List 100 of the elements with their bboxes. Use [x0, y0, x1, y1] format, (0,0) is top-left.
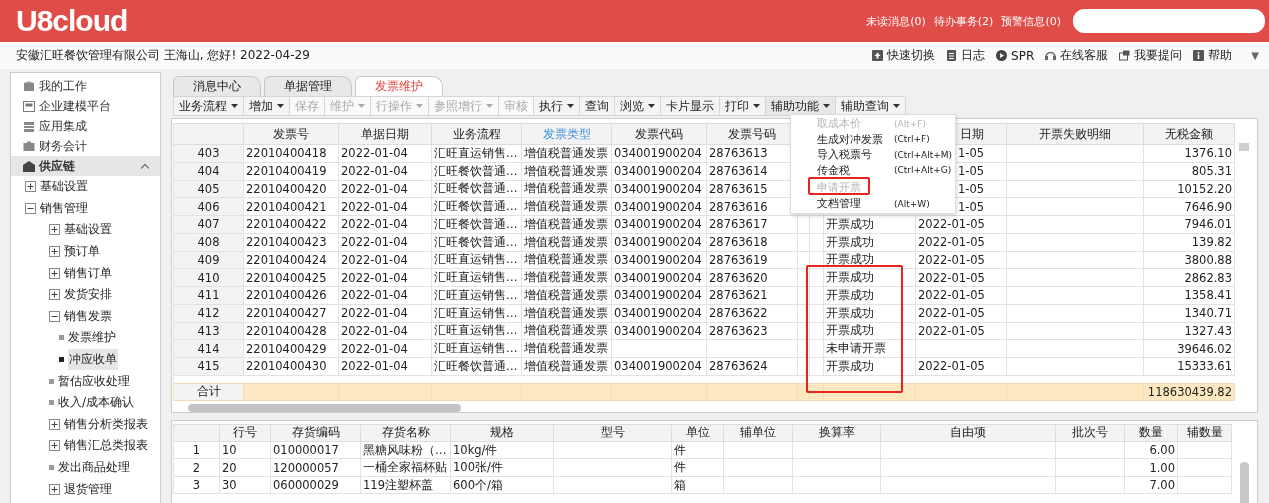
toolbar-button[interactable]: 执行 [533, 96, 579, 116]
tree-item[interactable]: 基础设置 [11, 176, 160, 198]
column-header[interactable]: 单据日期 [338, 123, 432, 145]
toolbar-link[interactable]: SPR [996, 48, 1035, 63]
tree-item[interactable]: 销售订单 [11, 262, 160, 284]
table-cell: 805.31 [1143, 162, 1235, 180]
tree-item[interactable]: 发出商品处理 [11, 456, 160, 479]
info-icon [1193, 50, 1205, 61]
column-header[interactable]: 业务流程 [431, 123, 522, 145]
table-cell: 034001900204 [611, 251, 707, 269]
column-header[interactable]: 存货编码 [270, 424, 361, 442]
column-header[interactable]: 换算率 [792, 424, 881, 442]
column-header[interactable]: 行号 [219, 424, 271, 442]
tree-item[interactable]: 发货安排 [11, 283, 160, 306]
table-cell: 2022-01-04 [338, 162, 432, 180]
sidebar-item[interactable]: 企业建模平台 [11, 96, 160, 116]
column-header[interactable]: 型号 [553, 424, 672, 442]
sidebar-item[interactable]: 财务会计 [11, 136, 160, 156]
table-cell: 2022-01-04 [338, 304, 432, 322]
document-icon [946, 50, 958, 61]
caret-down-icon [753, 104, 760, 108]
dropdown-caret[interactable]: ▼ [1251, 50, 1259, 61]
leaf-icon [49, 465, 54, 470]
chat-icon [1119, 50, 1131, 61]
table-cell: 汇旺餐饮普通… [431, 197, 522, 216]
tree-item[interactable]: 销售汇总类报表 [11, 435, 160, 457]
toolbar-button[interactable]: 辅助查询 [835, 96, 906, 116]
header-link[interactable]: 未读消息(0) [866, 13, 926, 29]
column-header[interactable]: 单位 [671, 424, 724, 442]
toolbar-button[interactable]: 打印 [719, 96, 765, 116]
toolbar-button[interactable]: 业务流程 [173, 96, 243, 116]
table-cell: 2022-01-04 [338, 144, 432, 163]
table-cell: 开票成功 [823, 268, 916, 287]
table-cell: 箱 [671, 476, 724, 494]
toolbar-link[interactable]: 在线客服 [1045, 47, 1109, 64]
table-cell: 汇旺餐饮普通… [431, 180, 522, 198]
table-cell: 汇旺餐饮普通… [431, 233, 522, 251]
table-cell: 2022-01-04 [338, 215, 432, 234]
column-header[interactable]: 开票失败明细 [1006, 123, 1144, 145]
table-cell: 开票成功 [823, 322, 916, 340]
toolbar-button[interactable]: 查询 [579, 96, 614, 116]
sidebar-item[interactable]: 应用集成 [11, 116, 160, 136]
column-header[interactable]: 批次号 [1055, 424, 1125, 442]
tree-item[interactable]: 退货管理 [11, 478, 160, 500]
tree-item[interactable]: 销售分析类报表 [11, 413, 160, 436]
tree-item[interactable]: 销售发票 [11, 305, 160, 328]
toolbar-link[interactable]: 我要提问 [1119, 47, 1183, 64]
column-header[interactable]: 数量 [1124, 424, 1178, 442]
expand-icon [25, 181, 36, 193]
table-cell: 28763617 [706, 215, 798, 234]
table-cell: 汇旺直运销售… [431, 322, 522, 340]
toolbar-link[interactable]: 帮助 [1193, 47, 1233, 64]
column-header[interactable]: 无税金额 [1143, 123, 1235, 145]
column-header[interactable]: 自由项 [880, 424, 1056, 442]
table-cell: 开票成功 [823, 251, 916, 269]
table-cell: 10 [219, 441, 271, 459]
expand-icon [49, 224, 60, 236]
column-header[interactable]: 辅单位 [723, 424, 793, 442]
tree-item[interactable]: 暂估应收处理 [11, 370, 160, 392]
tree-item[interactable]: 收入/成本确认 [11, 391, 160, 414]
table-cell: 件 [671, 441, 724, 459]
toolbar-link[interactable]: 快速切换 [872, 47, 936, 64]
toolbar-link[interactable]: 日志 [946, 47, 986, 64]
table-cell: 增值税普通发票 [521, 304, 612, 322]
tree-item[interactable]: 发票维护 [11, 327, 160, 349]
column-header[interactable]: 发票代码 [611, 123, 707, 145]
tree-item[interactable]: 冲应收单 [11, 348, 160, 371]
tree-item[interactable]: 销售管理 [11, 197, 160, 220]
module-icon [23, 120, 35, 132]
search-field[interactable] [1073, 9, 1265, 33]
tab[interactable]: 单据管理 [264, 76, 352, 96]
tab[interactable]: 发票维护 [355, 76, 443, 96]
toolbar-button[interactable]: 增加 [243, 96, 289, 116]
toolbar-button[interactable]: 辅助功能 [765, 96, 835, 116]
table-cell: 3800.88 [1143, 251, 1235, 269]
tab[interactable]: 消息中心 [173, 76, 261, 96]
table-cell: 增值税普通发票 [521, 144, 612, 163]
table-cell: 7.00 [1124, 476, 1178, 494]
column-header[interactable]: 规格 [450, 424, 554, 442]
column-header[interactable]: 存货名称 [360, 424, 451, 442]
sidebar-item[interactable]: 我的工作 [11, 76, 160, 96]
caret-down-icon [823, 104, 830, 108]
header-link[interactable]: 待办事务(2) [933, 13, 994, 29]
tree-item[interactable]: 基础设置 [11, 219, 160, 241]
table-cell: 060000029 [270, 476, 361, 494]
column-header[interactable]: 发票号 [243, 123, 339, 145]
toolbar-button[interactable]: 浏览 [614, 96, 660, 116]
column-header[interactable]: 辅数量 [1177, 424, 1232, 442]
header-link[interactable]: 预警信息(0) [1001, 13, 1061, 29]
table-cell: 2022-01-05 [915, 215, 1007, 234]
table-cell: 22010400418 [243, 144, 339, 163]
table-cell: 034001900204 [611, 268, 707, 287]
table-cell: 2022-01-04 [338, 286, 432, 305]
sidebar-item[interactable]: 供应链 [11, 156, 160, 176]
table-cell: 034001900204 [611, 162, 707, 180]
tree-item[interactable]: 预订单 [11, 240, 160, 263]
toolbar-button[interactable]: 卡片显示 [660, 96, 719, 116]
table-cell: 28763623 [706, 322, 798, 340]
table-cell: 2022-01-04 [338, 357, 432, 376]
total-label: 合计 [173, 383, 244, 401]
